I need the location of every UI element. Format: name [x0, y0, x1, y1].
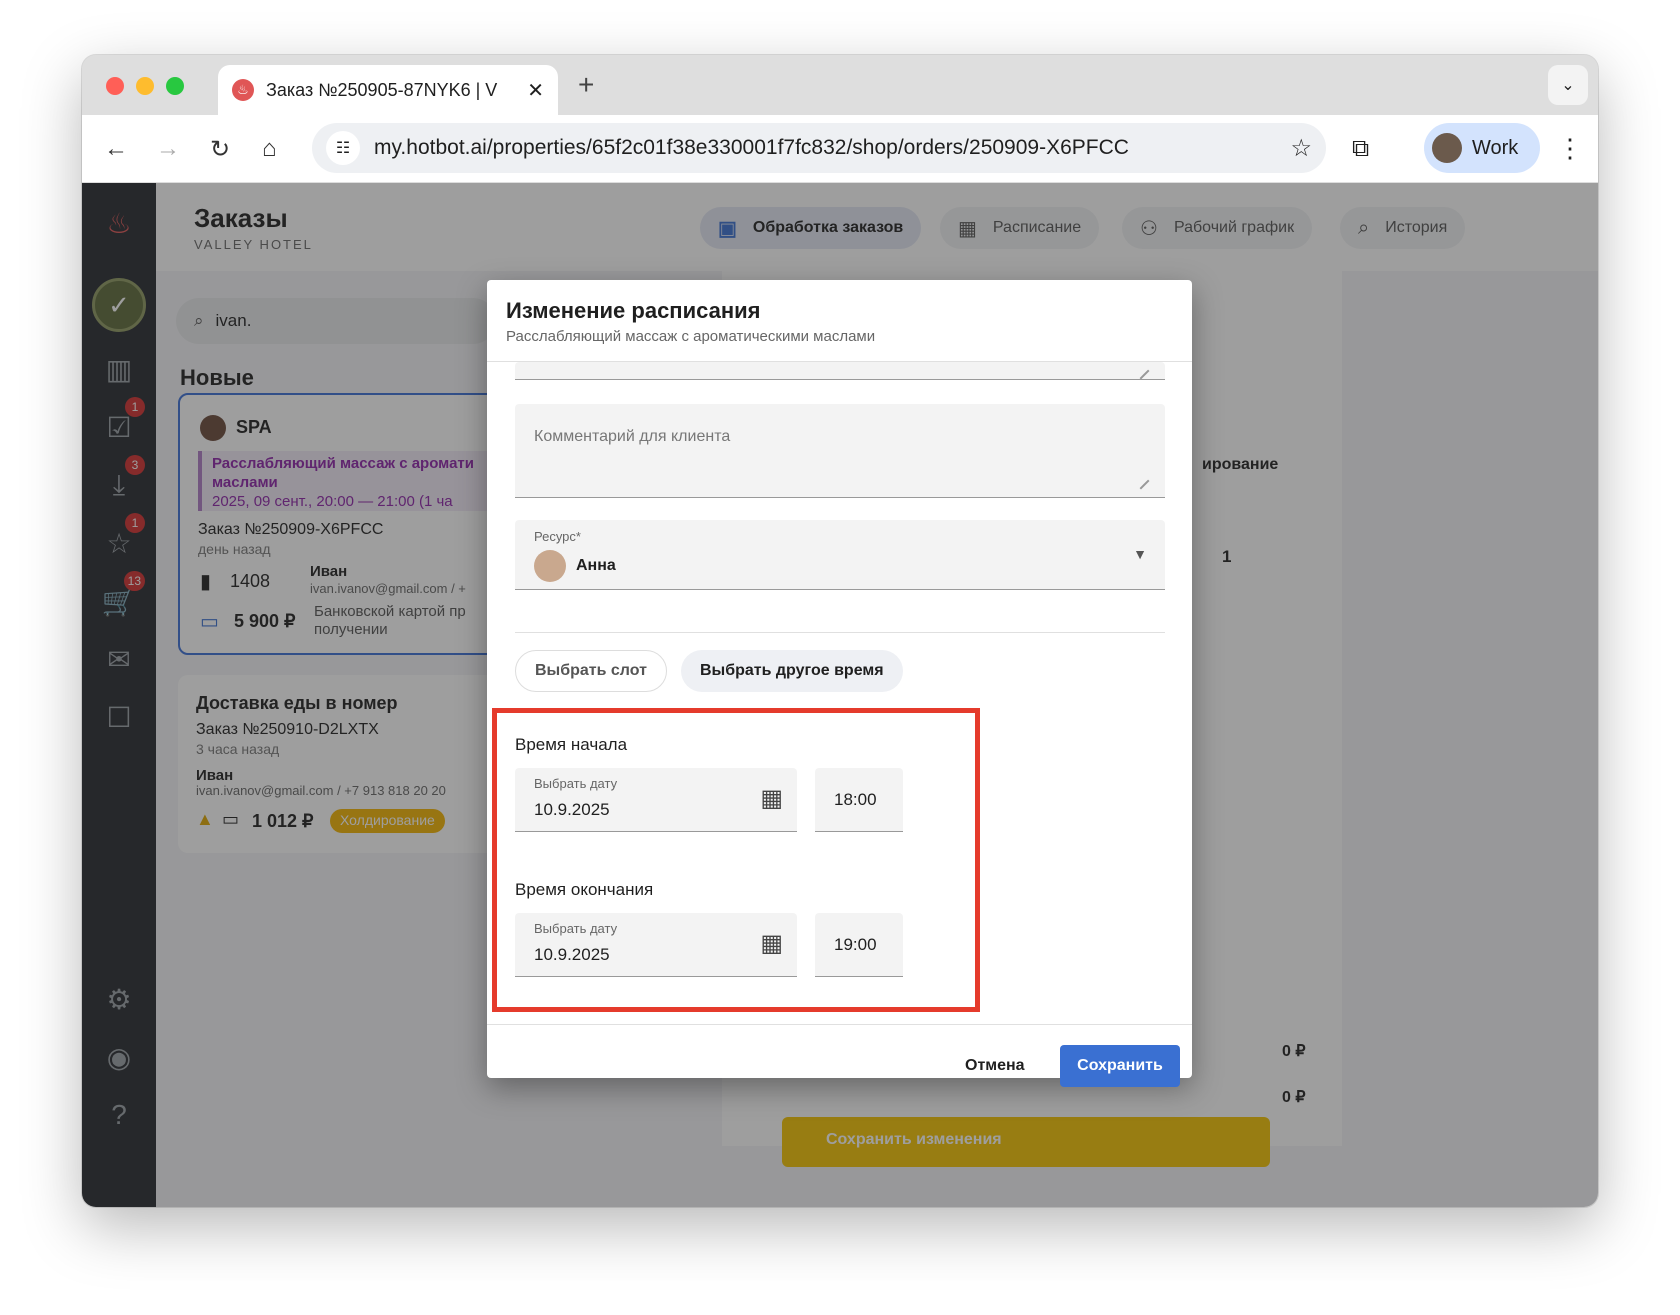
date-label: Выбрать дату: [534, 921, 618, 936]
divider: [515, 632, 1165, 633]
start-date-field[interactable]: Выбрать дату 10.9.2025 ▦: [515, 768, 797, 832]
flame-favicon-icon: ♨: [232, 79, 254, 101]
url-text[interactable]: my.hotbot.ai/properties/65f2c01f38e33000…: [374, 136, 1129, 160]
back-icon[interactable]: ←: [104, 135, 128, 163]
home-icon[interactable]: ⌂: [262, 135, 277, 163]
zoom-window-button[interactable]: [166, 77, 184, 95]
start-time-field[interactable]: 18:00: [815, 768, 903, 832]
close-window-button[interactable]: [106, 77, 124, 95]
choose-slot-button[interactable]: Выбрать слот: [515, 650, 667, 692]
calendar-icon[interactable]: ▦: [760, 784, 783, 813]
client-comment-field[interactable]: Комментарий для клиента: [515, 404, 1165, 498]
comment-placeholder: Комментарий для клиента: [534, 428, 731, 445]
end-date-field[interactable]: Выбрать дату 10.9.2025 ▦: [515, 913, 797, 977]
dialog-subtitle: Расслабляющий массаж с ароматическими ма…: [506, 328, 876, 345]
date-label: Выбрать дату: [534, 776, 618, 791]
choose-other-time-button[interactable]: Выбрать другое время: [681, 650, 903, 692]
previous-textarea[interactable]: [515, 362, 1165, 380]
browser-menu-icon[interactable]: ⋮: [1557, 133, 1583, 164]
resize-handle-icon[interactable]: [1132, 362, 1150, 380]
close-tab-icon[interactable]: ✕: [527, 78, 544, 103]
resource-label: Ресурс*: [534, 529, 581, 544]
extensions-icon[interactable]: ⧉: [1352, 135, 1369, 163]
dialog-header: Изменение расписания Расслабляющий масса…: [487, 280, 1192, 362]
start-time-label: Время начала: [515, 735, 628, 754]
dialog-title: Изменение расписания: [506, 298, 761, 323]
site-settings-icon[interactable]: ☷: [326, 131, 360, 165]
end-date-value: 10.9.2025: [534, 945, 610, 964]
forward-icon[interactable]: →: [156, 135, 180, 163]
profile-label: Work: [1472, 136, 1519, 159]
resource-avatar: [534, 550, 566, 582]
end-time-field[interactable]: 19:00: [815, 913, 903, 977]
start-time-value: 18:00: [834, 790, 877, 809]
browser-toolbar: ← → ↻ ⌂ ☷ my.hotbot.ai/properties/65f2c0…: [82, 115, 1598, 183]
start-date-value: 10.9.2025: [534, 800, 610, 819]
profile-avatar: [1432, 133, 1462, 163]
dialog-footer: Отмена Сохранить: [487, 1024, 1192, 1087]
resource-select[interactable]: Ресурс* Анна ▼: [515, 520, 1165, 590]
save-button[interactable]: Сохранить: [1060, 1045, 1180, 1087]
tab-title: Заказ №250905-87NYK6 | V: [266, 79, 498, 100]
profile-button[interactable]: Work: [1424, 123, 1540, 173]
minimize-window-button[interactable]: [136, 77, 154, 95]
calendar-icon[interactable]: ▦: [760, 929, 783, 958]
browser-tab[interactable]: ♨ Заказ №250905-87NYK6 | V ✕: [218, 65, 558, 115]
resize-handle-icon[interactable]: [1132, 472, 1150, 490]
new-tab-icon[interactable]: +: [578, 69, 594, 101]
reload-icon[interactable]: ↻: [210, 135, 230, 164]
bookmark-star-icon[interactable]: ☆: [1290, 134, 1312, 163]
resource-value: Анна: [576, 557, 616, 574]
chevron-down-icon[interactable]: ⌄: [1548, 65, 1588, 105]
dropdown-arrow-icon: ▼: [1133, 546, 1147, 562]
cancel-button[interactable]: Отмена: [965, 1057, 1025, 1075]
end-time-value: 19:00: [834, 935, 877, 954]
tab-bar: ♨ Заказ №250905-87NYK6 | V ✕ + ⌄: [82, 55, 1598, 115]
reschedule-dialog: Изменение расписания Расслабляющий масса…: [487, 280, 1192, 1087]
end-time-label: Время окончания: [515, 880, 654, 899]
address-bar[interactable]: ☷ my.hotbot.ai/properties/65f2c01f38e330…: [312, 123, 1326, 173]
